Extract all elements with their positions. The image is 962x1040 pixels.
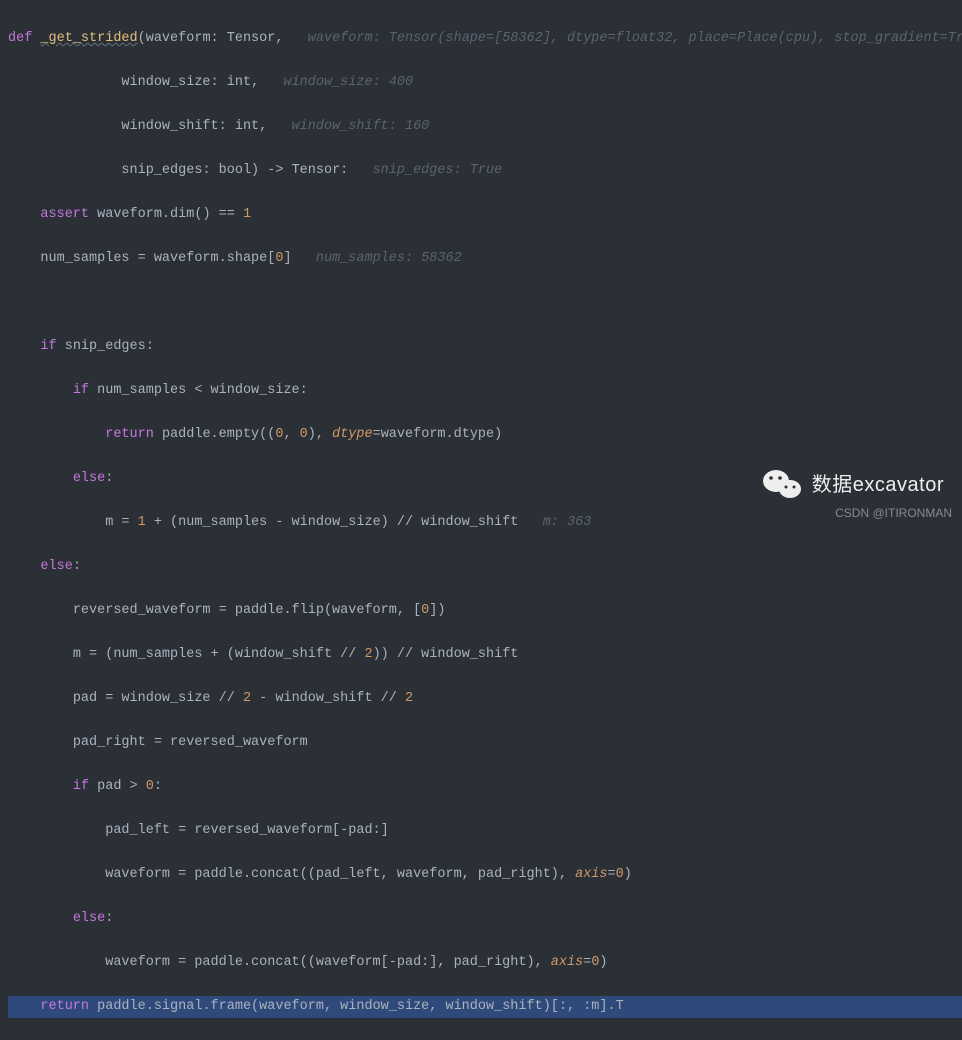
code-line: return paddle.empty((0, 0), dtype=wavefo… xyxy=(8,424,962,446)
code-line: m = (num_samples + (window_shift // 2)) … xyxy=(8,644,962,666)
code-line: reversed_waveform = paddle.flip(waveform… xyxy=(8,600,962,622)
code-line: def _get_strided(waveform: Tensor, wavef… xyxy=(8,28,962,50)
keyword-def: def xyxy=(8,31,40,46)
keyword-if: if xyxy=(73,383,97,398)
function-name: _get_strided xyxy=(40,31,137,46)
code-line: waveform = paddle.concat((pad_left, wave… xyxy=(8,864,962,886)
code-line: if snip_edges: xyxy=(8,336,962,358)
code-line: if pad > 0: xyxy=(8,776,962,798)
code-line: pad = window_size // 2 - window_shift //… xyxy=(8,688,962,710)
code-line: pad_right = reversed_waveform xyxy=(8,732,962,754)
code-line: pad_left = reversed_waveform[-pad:] xyxy=(8,820,962,842)
code-line: assert waveform.dim() == 1 xyxy=(8,204,962,226)
inline-hint: waveform: Tensor(shape=[58362], dtype=fl… xyxy=(308,31,962,46)
code-editor: def _get_strided(waveform: Tensor, wavef… xyxy=(0,0,962,1040)
credit-text: CSDN @ITIRONMAN xyxy=(835,502,952,524)
watermark-overlay: 数据excavator xyxy=(762,468,944,502)
code-line: if num_samples < window_size: xyxy=(8,380,962,402)
inline-hint: window_size: 400 xyxy=(283,75,413,90)
code-line: num_samples = waveform.shape[0] num_samp… xyxy=(8,248,962,270)
inline-hint: num_samples: 58362 xyxy=(316,251,462,266)
code-line: waveform = paddle.concat((waveform[-pad:… xyxy=(8,952,962,974)
code-line: m = 1 + (num_samples - window_size) // w… xyxy=(8,512,962,534)
keyword-return: return xyxy=(105,427,162,442)
keyword-else: else xyxy=(73,911,105,926)
wechat-icon xyxy=(762,468,802,502)
keyword-if: if xyxy=(40,339,64,354)
inline-hint: window_shift: 160 xyxy=(292,119,430,134)
code-line: snip_edges: bool) -> Tensor: snip_edges:… xyxy=(8,160,962,182)
keyword-assert: assert xyxy=(40,207,97,222)
code-line: else: xyxy=(8,556,962,578)
keyword-else: else xyxy=(40,559,72,574)
blank-line xyxy=(8,292,962,314)
keyword-else: else xyxy=(73,471,105,486)
inline-hint: snip_edges: True xyxy=(373,163,503,178)
code-line: window_shift: int, window_shift: 160 xyxy=(8,116,962,138)
keyword-if: if xyxy=(73,779,97,794)
highlighted-line[interactable]: return paddle.signal.frame(waveform, win… xyxy=(8,996,962,1018)
watermark-text: 数据excavator xyxy=(812,474,944,496)
code-line: else: xyxy=(8,908,962,930)
keyword-return: return xyxy=(40,999,97,1014)
code-line: window_size: int, window_size: 400 xyxy=(8,72,962,94)
